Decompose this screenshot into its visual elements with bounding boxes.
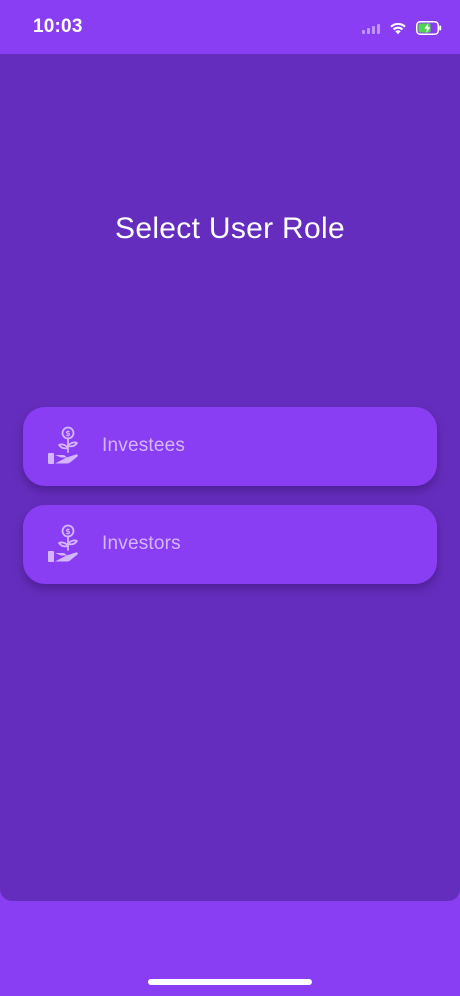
home-indicator[interactable] [148, 979, 312, 985]
status-icons [362, 18, 442, 38]
signal-icon [362, 22, 380, 34]
status-bar: 10:03 [0, 0, 460, 54]
battery-charging-icon [416, 21, 442, 35]
money-plant-hand-icon: $ [48, 524, 78, 562]
investees-button[interactable]: $ Investees [23, 407, 437, 486]
investors-label: Investors [102, 533, 181, 554]
main-panel: Select User Role $ Investees $ Investors [0, 54, 460, 901]
money-plant-hand-icon: $ [48, 426, 78, 464]
investees-label: Investees [102, 435, 186, 456]
investors-button[interactable]: $ Investors [23, 505, 437, 584]
page-title: Select User Role [115, 212, 345, 245]
svg-text:$: $ [65, 527, 70, 536]
wifi-icon [390, 22, 406, 35]
status-time: 10:03 [33, 16, 83, 37]
svg-text:$: $ [65, 429, 70, 438]
